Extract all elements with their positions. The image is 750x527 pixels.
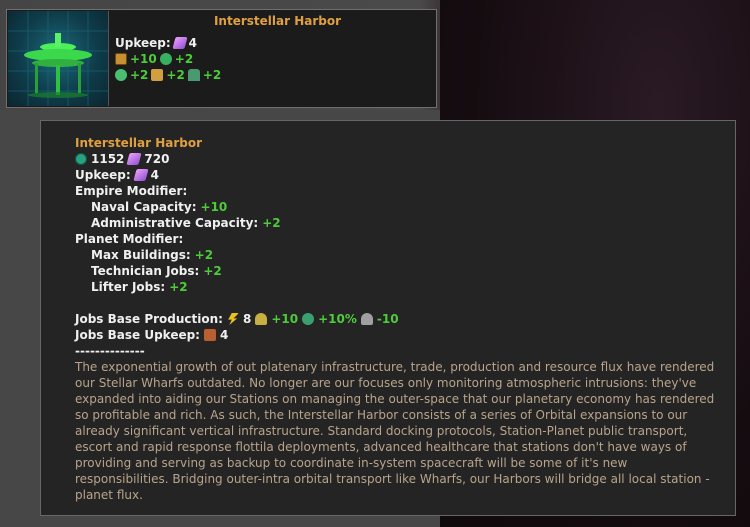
admin-value: +2 [262, 216, 281, 230]
lifter-value: +2 [202, 68, 222, 82]
harbor-structure-icon [8, 11, 108, 106]
crime-icon [360, 313, 373, 325]
empire-modifier-heading: Empire Modifier: [75, 184, 188, 198]
lifter-icon [187, 69, 200, 81]
technician-icon [151, 69, 164, 81]
pop-growth-icon [302, 313, 315, 325]
consumer-goods-icon [126, 153, 143, 165]
amenities-icon [255, 313, 268, 325]
upkeep-label: Upkeep: [115, 36, 171, 50]
max-buildings-row: Max Buildings: +2 [75, 247, 715, 263]
admin-label: Administrative Capacity: [91, 216, 259, 230]
lifter-jobs-value: +2 [169, 280, 188, 294]
naval-capacity-icon [115, 53, 127, 65]
naval-value: +10 [130, 52, 157, 66]
jobs-production-label: Jobs Base Production: [75, 312, 223, 326]
building-tooltip: Interstellar Harbor 1152 720 Upkeep: 4 E… [40, 120, 736, 516]
jobs-upkeep-label: Jobs Base Upkeep: [75, 328, 200, 342]
crime-value: -10 [376, 312, 399, 326]
minerals-icon [75, 153, 87, 165]
consumer-goods-icon [133, 169, 149, 181]
max-buildings-label: Max Buildings: [91, 248, 191, 262]
building-description: The exponential growth of out platenary … [75, 360, 715, 502]
technician-jobs-value: +2 [203, 264, 222, 278]
cost-goods: 720 [144, 152, 170, 166]
consumer-goods-icon [172, 37, 188, 49]
technician-jobs-row: Technician Jobs: +2 [75, 263, 715, 279]
planet-modifier-heading: Planet Modifier: [75, 232, 184, 246]
energy-value: 8 [242, 312, 252, 326]
admin-value: +2 [174, 52, 194, 66]
amenities-value: +10 [271, 312, 299, 326]
card-title: Interstellar Harbor [213, 14, 342, 28]
jobs-production-row: Jobs Base Production: 8 +10 +10% -10 [75, 311, 715, 327]
naval-label: Naval Capacity: [91, 200, 197, 214]
admin-capacity-row: Administrative Capacity: +2 [75, 215, 715, 231]
upkeep-label: Upkeep: [75, 168, 131, 182]
lifter-jobs-label: Lifter Jobs: [91, 280, 166, 294]
admin-capacity-icon [159, 53, 172, 65]
lifter-jobs-row: Lifter Jobs: +2 [75, 279, 715, 295]
naval-value: +10 [200, 200, 228, 214]
building-slot-icon [115, 69, 127, 81]
card-modifier-row-2: +2 +2 +2 [115, 68, 221, 82]
upkeep-value: 4 [188, 36, 198, 50]
building-card[interactable]: Interstellar Harbor Upkeep: 4 +10 +2 +2 … [6, 9, 437, 108]
cost-minerals: 1152 [91, 152, 125, 166]
upkeep-row: Upkeep: 4 [75, 167, 715, 183]
jobs-upkeep-value: 4 [219, 328, 229, 342]
upkeep-value: 4 [150, 168, 160, 182]
technician-value: +2 [166, 68, 185, 82]
building-slot-value: +2 [130, 68, 149, 82]
card-upkeep-row: Upkeep: 4 [115, 36, 197, 50]
pop-growth-value: +10% [318, 312, 357, 326]
building-thumbnail [8, 11, 109, 106]
naval-capacity-row: Naval Capacity: +10 [75, 199, 715, 215]
jobs-upkeep-row: Jobs Base Upkeep: 4 [75, 327, 715, 343]
separator: -------------- [75, 344, 145, 358]
cost-row: 1152 720 [75, 151, 715, 167]
energy-icon [228, 313, 239, 325]
max-buildings-value: +2 [194, 248, 214, 262]
card-modifier-row-1: +10 +2 [115, 52, 193, 66]
tooltip-title: Interstellar Harbor [75, 136, 203, 150]
technician-jobs-label: Technician Jobs: [91, 264, 200, 278]
alloys-icon [203, 329, 216, 341]
